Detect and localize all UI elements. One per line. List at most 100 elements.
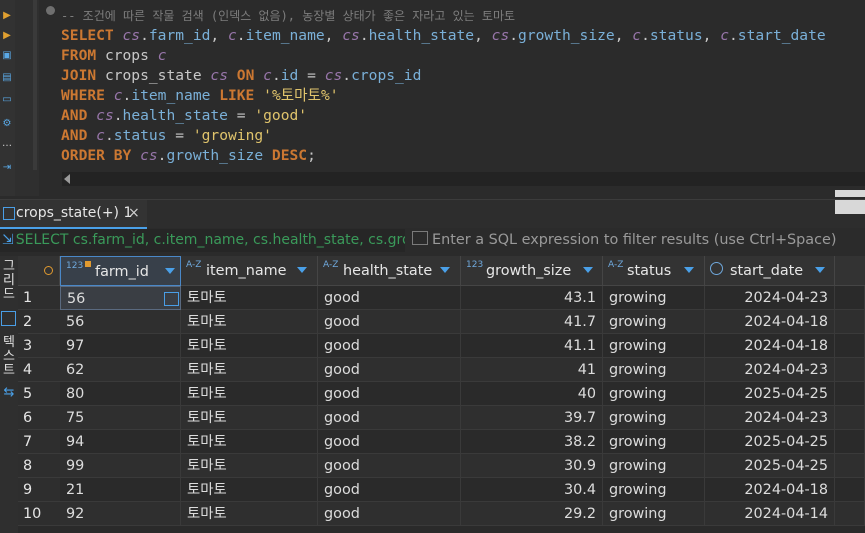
fold-marker-icon[interactable] <box>46 6 55 15</box>
cell-health-state[interactable]: good <box>318 334 461 358</box>
column-header-status[interactable]: A-Z status <box>603 256 705 286</box>
column-header-farm-id[interactable]: 123 farm_id <box>60 256 181 286</box>
cell-start-date[interactable]: 2025-04-25 <box>705 382 835 406</box>
editor-horizontal-scrollbar[interactable] <box>62 172 865 186</box>
cell-growth-size[interactable]: 30.9 <box>461 454 603 478</box>
cell-growth-size[interactable]: 43.1 <box>461 286 603 310</box>
cell-health-state[interactable]: good <box>318 382 461 406</box>
cell-start-date[interactable]: 2024-04-23 <box>705 358 835 382</box>
cell-status[interactable]: growing <box>603 478 705 502</box>
select-all-icon[interactable] <box>44 266 53 275</box>
cell-health-state[interactable]: good <box>318 478 461 502</box>
cell-health-state[interactable]: good <box>318 286 461 310</box>
cell-farm-id[interactable]: 75 <box>60 406 181 430</box>
cell-growth-size[interactable]: 41 <box>461 358 603 382</box>
grid-view-tab[interactable]: 그리드 <box>2 260 16 302</box>
row-number-header[interactable] <box>18 256 60 286</box>
cell-item-name[interactable]: 토마토 <box>181 310 318 334</box>
cell-start-date[interactable]: 2024-04-18 <box>705 478 835 502</box>
row-number[interactable]: 6 <box>18 406 60 430</box>
cell-item-name[interactable]: 토마토 <box>181 382 318 406</box>
cell-farm-id[interactable]: 62 <box>60 358 181 382</box>
cell-status[interactable]: growing <box>603 382 705 406</box>
cell-farm-id[interactable]: 56 <box>60 286 181 310</box>
cell-growth-size[interactable]: 40 <box>461 382 603 406</box>
cell-start-date[interactable]: 2025-04-25 <box>705 430 835 454</box>
cell-farm-id[interactable]: 94 <box>60 430 181 454</box>
filter-query-field[interactable]: ⇲ SELECT cs.farm_id, c.item_name, cs.heal… <box>0 229 405 252</box>
scroll-thumb[interactable] <box>835 190 865 197</box>
cell-growth-size[interactable]: 39.7 <box>461 406 603 430</box>
row-number[interactable]: 5 <box>18 382 60 406</box>
cell-item-name[interactable]: 토마토 <box>181 454 318 478</box>
cell-start-date[interactable]: 2024-04-14 <box>705 502 835 526</box>
chevron-down-icon[interactable] <box>440 267 450 273</box>
cell-farm-id[interactable]: 80 <box>60 382 181 406</box>
row-number[interactable]: 9 <box>18 478 60 502</box>
explain-plan-icon[interactable]: ▣ <box>1 50 13 62</box>
text-view-tab[interactable]: 텍스트 <box>2 336 16 378</box>
tab-crops-state[interactable]: crops_state(+) 1 × <box>0 200 147 229</box>
cell-health-state[interactable]: good <box>318 454 461 478</box>
folder-icon[interactable]: ▭ <box>1 94 13 106</box>
load-script-icon[interactable]: ▤ <box>1 72 13 84</box>
cell-status[interactable]: growing <box>603 406 705 430</box>
row-number[interactable]: 1 <box>18 286 60 310</box>
cell-health-state[interactable]: good <box>318 502 461 526</box>
cell-growth-size[interactable]: 38.2 <box>461 430 603 454</box>
cell-status[interactable]: growing <box>603 430 705 454</box>
cell-farm-id[interactable]: 92 <box>60 502 181 526</box>
cell-item-name[interactable]: 토마토 <box>181 478 318 502</box>
cell-start-date[interactable]: 2025-04-25 <box>705 454 835 478</box>
column-header-health-state[interactable]: A-Z health_state <box>318 256 461 286</box>
filter-expression-input[interactable]: Enter a SQL expression to filter results… <box>410 229 865 252</box>
cell-health-state[interactable]: good <box>318 430 461 454</box>
row-number[interactable]: 7 <box>18 430 60 454</box>
chevron-down-icon[interactable] <box>815 267 825 273</box>
open-reference-icon[interactable] <box>164 292 179 306</box>
row-number[interactable]: 4 <box>18 358 60 382</box>
cell-farm-id[interactable]: 99 <box>60 454 181 478</box>
sql-code[interactable]: -- 조건에 따른 작물 검색 (인덱스 없음), 농장별 상태가 좋은 자라고… <box>61 6 826 166</box>
gear-icon[interactable]: ⚙ <box>1 118 13 130</box>
grid-view-icon[interactable] <box>1 311 16 326</box>
results-grid[interactable]: 123 farm_id A-Z item_name A-Z health_sta… <box>18 256 865 533</box>
cell-item-name[interactable]: 토마토 <box>181 430 318 454</box>
cell-start-date[interactable]: 2024-04-18 <box>705 310 835 334</box>
cell-status[interactable]: growing <box>603 454 705 478</box>
cell-status[interactable]: growing <box>603 310 705 334</box>
column-header-start-date[interactable]: start_date <box>705 256 835 286</box>
chevron-down-icon[interactable] <box>297 267 307 273</box>
chevron-down-icon[interactable] <box>165 268 175 274</box>
cell-item-name[interactable]: 토마토 <box>181 334 318 358</box>
chevron-down-icon[interactable] <box>684 267 694 273</box>
column-header-item-name[interactable]: A-Z item_name <box>181 256 318 286</box>
cell-growth-size[interactable]: 30.4 <box>461 478 603 502</box>
more-icon[interactable]: … <box>1 138 13 150</box>
cell-start-date[interactable]: 2024-04-18 <box>705 334 835 358</box>
execute-script-icon[interactable]: ▶ <box>1 30 13 42</box>
cell-status[interactable]: growing <box>603 358 705 382</box>
cell-item-name[interactable]: 토마토 <box>181 358 318 382</box>
tab-overflow[interactable] <box>835 200 865 214</box>
cell-item-name[interactable]: 토마토 <box>181 406 318 430</box>
cell-health-state[interactable]: good <box>318 406 461 430</box>
sql-editor[interactable]: -- 조건에 따른 작물 검색 (인덱스 없음), 농장별 상태가 좋은 자라고… <box>39 0 865 196</box>
cell-health-state[interactable]: good <box>318 358 461 382</box>
cell-farm-id[interactable]: 21 <box>60 478 181 502</box>
close-icon[interactable]: × <box>128 200 140 227</box>
cell-farm-id[interactable]: 56 <box>60 310 181 334</box>
cell-item-name[interactable]: 토마토 <box>181 502 318 526</box>
cell-health-state[interactable]: good <box>318 310 461 334</box>
row-number[interactable]: 10 <box>18 502 60 526</box>
execute-statement-icon[interactable]: ▶ <box>1 10 13 22</box>
cell-start-date[interactable]: 2024-04-23 <box>705 406 835 430</box>
cell-status[interactable]: growing <box>603 502 705 526</box>
cell-status[interactable]: growing <box>603 334 705 358</box>
cell-farm-id[interactable]: 97 <box>60 334 181 358</box>
export-icon[interactable]: ⇥ <box>1 162 13 174</box>
cell-item-name[interactable]: 토마토 <box>181 286 318 310</box>
row-number[interactable]: 2 <box>18 310 60 334</box>
scroll-left-icon[interactable] <box>64 174 70 184</box>
chevron-down-icon[interactable] <box>583 267 593 273</box>
